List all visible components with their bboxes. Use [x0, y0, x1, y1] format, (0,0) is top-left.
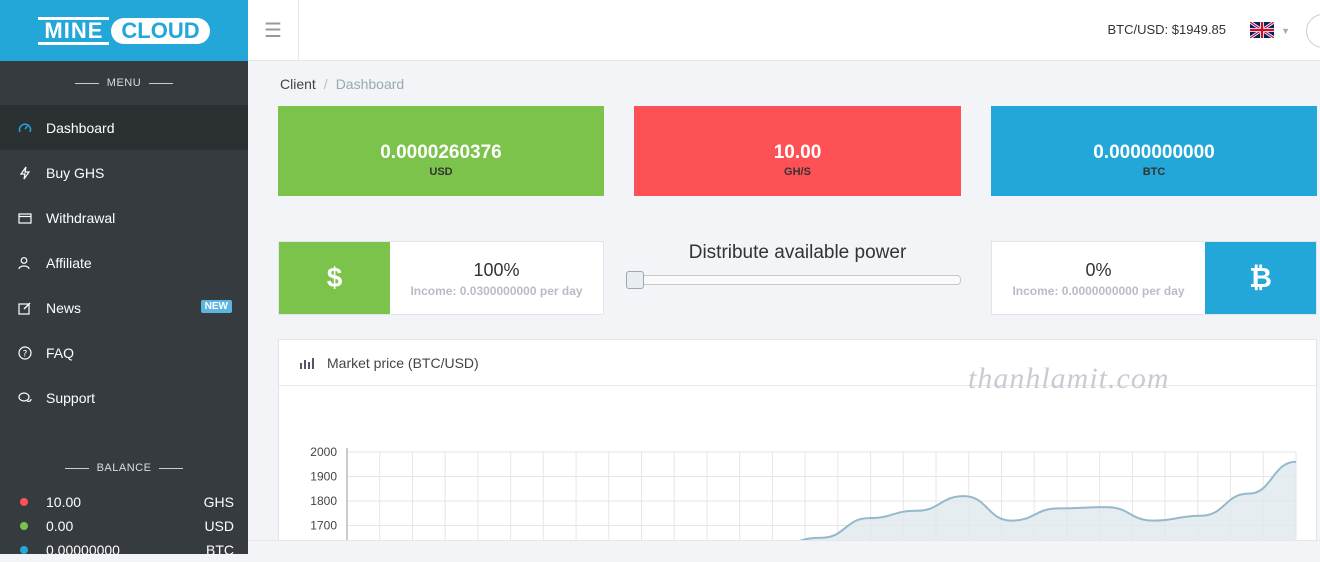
sidebar-item-label: FAQ	[46, 344, 75, 361]
sidebar-item-label: Affiliate	[46, 254, 92, 271]
status-dot	[20, 498, 28, 506]
balance-row-usd: 0.00 USD	[0, 514, 248, 538]
question-icon: ?	[18, 345, 46, 360]
balance-unit: GHS	[203, 494, 234, 510]
balance-unit: BTC	[206, 542, 234, 558]
chat-icon	[18, 391, 46, 405]
y-tick-label: 2000	[310, 445, 337, 459]
svg-text:?: ?	[23, 349, 28, 359]
stat-value: 10.00	[773, 142, 822, 163]
breadcrumb-current: Dashboard	[335, 76, 405, 92]
logo-cloud: CLOUD	[111, 17, 210, 44]
hamburger-icon: ☰	[264, 20, 282, 42]
balance-row-ghs: 10.00 GHS	[0, 490, 248, 514]
edit-icon	[18, 301, 46, 315]
menu-label-text: MENU	[106, 77, 142, 89]
power-usd-percent: 100%	[473, 260, 520, 280]
balance-value: 0.00	[46, 518, 74, 534]
power-slider-track[interactable]	[628, 275, 961, 285]
market-price-chart: 2000 1900 1800 1700	[310, 445, 1297, 540]
new-badge: NEW	[200, 300, 232, 313]
sidebar-item-label: News	[46, 299, 82, 316]
breadcrumb: Client / Dashboard	[280, 76, 405, 92]
power-btc-card: 0% Income: 0.0000000000 per day ₿	[991, 241, 1317, 315]
bar-chart-icon	[299, 357, 315, 369]
uk-flag-icon[interactable]	[1250, 22, 1274, 38]
sidebar-item-dashboard[interactable]: Dashboard	[0, 105, 248, 150]
bitcoin-icon: ₿	[1205, 242, 1316, 314]
sidebar-item-affiliate[interactable]: Affiliate	[0, 240, 248, 285]
bottom-bar	[248, 540, 1320, 554]
dollar-icon: $	[279, 242, 390, 314]
balance-row-btc: 0.00000000 BTC	[0, 538, 248, 562]
distribute-title: Distribute available power	[688, 242, 907, 263]
power-slider-handle[interactable]	[626, 271, 644, 289]
sidebar-item-support[interactable]: Support	[0, 375, 248, 420]
sidebar-item-label: Buy GHS	[46, 164, 105, 181]
balance-unit: USD	[204, 518, 234, 534]
status-dot	[20, 546, 28, 554]
top-header: ☰ BTC/USD: $1949.85 ▼	[248, 0, 1320, 61]
power-usd-income: Income: 0.0300000000 per day	[410, 284, 583, 298]
balance-value: 0.00000000	[46, 542, 120, 558]
y-tick-label: 1700	[310, 519, 337, 533]
sidebar-item-label: Support	[46, 389, 96, 406]
menu-label: MENU	[0, 61, 248, 105]
balance-value: 10.00	[46, 494, 82, 510]
menu-toggle-button[interactable]: ☰	[248, 0, 299, 61]
sidebar-item-label: Withdrawal	[46, 209, 116, 226]
power-btc-percent: 0%	[1085, 260, 1112, 280]
sidebar-item-news[interactable]: News NEW	[0, 285, 248, 330]
stat-unit: GH/S	[784, 166, 811, 178]
power-btc-income: Income: 0.0000000000 per day	[1012, 284, 1185, 298]
balance-label-text: BALANCE	[96, 462, 152, 474]
stat-usd: 0.0000260376 USD	[278, 106, 604, 196]
breadcrumb-root[interactable]: Client	[280, 76, 316, 92]
avatar[interactable]	[1306, 14, 1320, 48]
bolt-icon	[18, 166, 46, 180]
wallet-icon	[18, 211, 46, 225]
stat-value: 0.0000260376	[380, 142, 502, 163]
sidebar-item-faq[interactable]: ? FAQ	[0, 330, 248, 375]
stat-ghs: 10.00 GH/S	[634, 106, 961, 196]
sidebar: MINE CLOUD MENU Dashboard Buy GHS Withdr…	[0, 0, 248, 558]
chart-title: Market price (BTC/USD)	[327, 354, 479, 371]
chevron-down-icon[interactable]: ▼	[1281, 26, 1290, 36]
power-usd-card: $ 100% Income: 0.0300000000 per day	[278, 241, 604, 315]
sidebar-item-buy-ghs[interactable]: Buy GHS	[0, 150, 248, 195]
stat-value: 0.0000000000	[1093, 142, 1215, 163]
stat-unit: USD	[429, 166, 453, 178]
btc-price: BTC/USD: $1949.85	[1107, 22, 1226, 37]
logo-mine: MINE	[38, 16, 110, 45]
logo[interactable]: MINE CLOUD	[0, 0, 248, 61]
balance-label: BALANCE	[0, 446, 248, 490]
sidebar-item-withdrawal[interactable]: Withdrawal	[0, 195, 248, 240]
sidebar-item-label: Dashboard	[46, 119, 115, 136]
users-icon	[18, 256, 46, 270]
stat-btc: 0.0000000000 BTC	[991, 106, 1317, 196]
gauge-icon	[18, 121, 46, 135]
stat-unit: BTC	[1142, 166, 1166, 178]
y-tick-label: 1900	[310, 470, 337, 484]
status-dot	[20, 522, 28, 530]
y-tick-label: 1800	[310, 494, 337, 508]
